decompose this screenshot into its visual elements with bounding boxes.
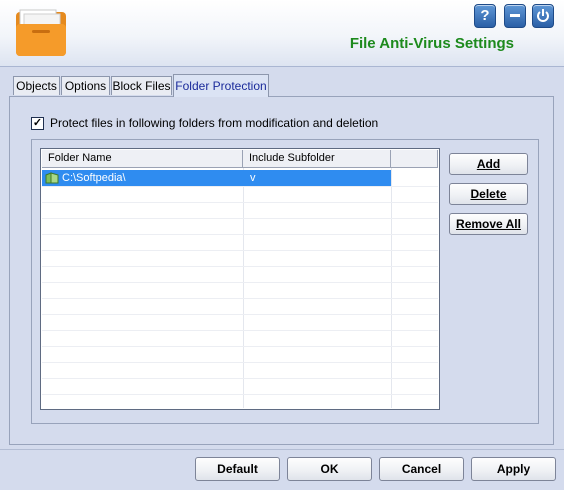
tab-options[interactable]: Options [61, 76, 110, 95]
minimize-icon [510, 14, 520, 17]
grid-line [42, 378, 438, 379]
folder-name-cell: C:\Softpedia\ [62, 172, 126, 184]
delete-button-label: Delete [470, 187, 507, 201]
column-header-folder-name[interactable]: Folder Name [42, 150, 243, 168]
grid-line [42, 234, 438, 235]
help-icon: ? [480, 7, 490, 24]
grid-line [42, 250, 438, 251]
apply-button[interactable]: Apply [471, 457, 556, 481]
grid-line [42, 346, 438, 347]
window-title: File Anti-Virus Settings [349, 35, 514, 52]
cancel-button[interactable]: Cancel [379, 457, 464, 481]
default-button[interactable]: Default [195, 457, 280, 481]
protect-folders-option[interactable]: ✓ Protect files in following folders fro… [31, 115, 378, 131]
grid-line [42, 186, 438, 187]
add-button[interactable]: Add [449, 153, 528, 175]
grid-line [42, 362, 438, 363]
protect-folders-checkbox[interactable]: ✓ [31, 116, 44, 130]
column-header-empty [391, 150, 438, 168]
power-button[interactable] [532, 4, 554, 28]
include-subfolder-cell: v [250, 172, 256, 184]
tab-folder-protection[interactable]: Folder Protection [173, 74, 269, 97]
grid-line [42, 314, 438, 315]
minimize-button[interactable] [504, 4, 526, 28]
tab-block-files[interactable]: Block Files [111, 76, 172, 95]
footer-divider [0, 449, 564, 450]
column-header-include-subfolder[interactable]: Include Subfolder [243, 150, 391, 168]
remove-all-button[interactable]: Remove All [449, 213, 528, 235]
protect-folders-label: Protect files in following folders from … [50, 116, 379, 130]
grid-line [42, 298, 438, 299]
grid-line [42, 218, 438, 219]
folder-list[interactable]: Folder Name Include Subfolder C:\Softped… [40, 148, 440, 410]
grid-line [42, 266, 438, 267]
grid-line [42, 202, 438, 203]
remove-all-button-label: Remove All [456, 217, 521, 231]
folder-icon [16, 9, 66, 56]
grid-line [42, 330, 438, 331]
folder-row-icon [45, 172, 59, 184]
help-button[interactable]: ? [474, 4, 496, 28]
header-bar: ? File Anti-Virus Settings [0, 0, 564, 67]
power-icon [537, 9, 549, 22]
add-button-label: Add [476, 157, 501, 171]
grid-line [42, 282, 438, 283]
table-row[interactable]: C:\Softpedia\ v [42, 170, 391, 186]
grid-line [42, 394, 438, 395]
tab-objects[interactable]: Objects [13, 76, 60, 95]
grid-line [391, 168, 392, 408]
delete-button[interactable]: Delete [449, 183, 528, 205]
ok-button[interactable]: OK [287, 457, 372, 481]
grid-line [243, 168, 244, 408]
